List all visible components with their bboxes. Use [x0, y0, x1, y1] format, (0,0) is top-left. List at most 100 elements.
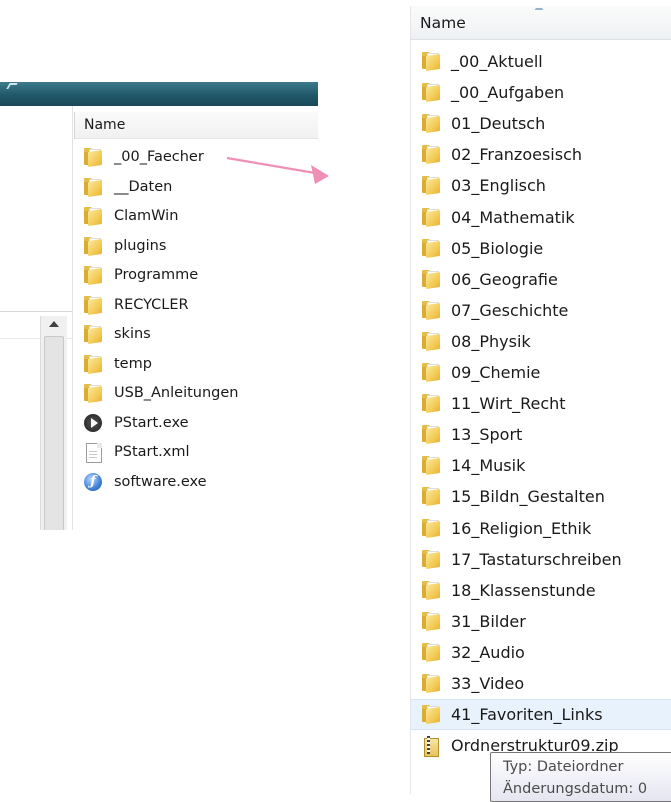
list-item[interactable]: 05_Biologie: [411, 233, 671, 264]
column-header-label: Name: [84, 117, 126, 133]
scroll-up-icon[interactable]: [49, 321, 59, 327]
list-item[interactable]: 07_Geschichte: [411, 295, 671, 326]
folder-icon: [422, 394, 442, 414]
tooltip: Typ: Dateiordner Änderungsdatum: 0: [490, 752, 671, 802]
list-item-label: 41_Favoriten_Links: [451, 705, 603, 725]
list-item-label: 07_Geschichte: [451, 300, 569, 320]
list-item[interactable]: 06_Geografie: [411, 264, 671, 295]
list-item[interactable]: 04_Mathematik: [411, 202, 671, 233]
list-item[interactable]: 14_Musik: [411, 450, 671, 481]
folder-icon: [422, 611, 442, 631]
tooltip-type: Typ: Dateiordner: [503, 759, 624, 775]
folder-icon: [84, 295, 104, 315]
folder-icon: [84, 148, 104, 167]
list-item-label: 32_Audio: [451, 642, 525, 662]
list-item-label: __Daten: [114, 178, 173, 195]
list-item-label: 15_Bildn_Gestalten: [451, 487, 605, 507]
list-item[interactable]: 17_Tastaturschreiben: [411, 544, 671, 575]
folder-icon: [84, 354, 104, 374]
folder-icon: [84, 384, 104, 403]
list-item[interactable]: 18_Klassenstunde: [411, 575, 671, 606]
list-item[interactable]: 33_Video: [411, 668, 671, 699]
folder-icon: [422, 207, 442, 227]
list-item[interactable]: 11_Wirt_Recht: [411, 388, 671, 419]
right-explorer-window: Name _00_Aktuell _00_Aufgaben 01_Deutsch 02…: [410, 6, 671, 794]
folder-icon: [422, 238, 442, 258]
folder-icon: [422, 487, 442, 507]
list-item-label: 05_Biologie: [451, 238, 544, 258]
list-item[interactable]: 32_Audio: [411, 637, 671, 668]
folder-icon: [84, 325, 104, 344]
folder-icon: [422, 642, 442, 662]
folder-icon: [422, 425, 442, 445]
list-item-label: Programme: [114, 267, 199, 283]
list-item-label: 18_Klassenstunde: [451, 580, 596, 600]
list-item-label: 17_Tastaturschreiben: [451, 549, 622, 569]
list-item-label: 01_Deutsch: [451, 114, 546, 134]
folder-icon: [84, 177, 104, 197]
list-item[interactable]: 41_Favoriten_Links: [411, 699, 671, 731]
list-item-label: 03_Englisch: [451, 176, 546, 196]
list-item-label: 13_Sport: [451, 425, 523, 445]
scrollbar[interactable]: [40, 316, 67, 530]
list-item[interactable]: 03_Englisch: [411, 170, 671, 201]
folder-icon: [422, 549, 442, 569]
folder-icon: [422, 580, 442, 600]
list-item[interactable]: 16_Religion_Ethik: [411, 513, 671, 544]
folder-icon: [422, 300, 442, 320]
list-item-label: 33_Video: [451, 674, 525, 693]
folder-icon: [84, 236, 104, 256]
list-item-label: 06_Geografie: [451, 269, 558, 289]
list-item-label: PStart.xml: [114, 444, 190, 460]
list-item-label: plugins: [114, 237, 167, 254]
list-item[interactable]: 02_Franzoesisch: [411, 139, 671, 170]
sort-indicator-icon: [535, 8, 543, 13]
folder-icon: [422, 674, 442, 693]
folder-icon: [422, 363, 442, 382]
list-item[interactable]: 09_Chemie: [411, 357, 671, 388]
list-item[interactable]: _00_Aufgaben: [411, 77, 671, 108]
list-item[interactable]: 15_Bildn_Gestalten: [411, 481, 671, 512]
folder-icon: [84, 207, 104, 226]
column-header-name[interactable]: Name: [74, 112, 318, 139]
folder-icon: [422, 518, 442, 538]
list-item-label: 09_Chemie: [451, 363, 541, 382]
list-item-label: 11_Wirt_Recht: [451, 394, 566, 414]
list-item[interactable]: 31_Bilder: [411, 606, 671, 637]
title-bar: [0, 82, 318, 106]
list-item-label: _00_Faecher: [114, 149, 204, 165]
zip-file-icon: [422, 736, 439, 758]
list-item[interactable]: 01_Deutsch: [411, 108, 671, 139]
list-item-label: RECYCLER: [114, 296, 189, 313]
list-item-label: 04_Mathematik: [451, 207, 575, 227]
folder-icon: [422, 83, 442, 103]
folder-icon: [422, 114, 442, 134]
folder-icon: [422, 456, 442, 476]
software-exe-icon: ƒ: [84, 472, 102, 491]
folder-icon: [422, 705, 442, 725]
column-header-name[interactable]: Name: [411, 6, 671, 40]
folder-icon: [422, 52, 442, 71]
list-item[interactable]: 13_Sport: [411, 419, 671, 450]
folder-icon: [422, 176, 442, 196]
list-item-label: 31_Bilder: [451, 611, 526, 631]
list-item-label: _00_Aufgaben: [451, 83, 565, 103]
folder-icon: [84, 266, 104, 285]
column-header-label: Name: [420, 14, 466, 32]
scrollbar-thumb[interactable]: [44, 336, 64, 530]
tooltip-modified: Änderungsdatum: 0: [503, 781, 648, 797]
list-item-label: USB_Anleitungen: [114, 385, 239, 401]
list-item-label: software.exe: [114, 473, 207, 490]
folder-icon: [422, 145, 442, 165]
list-item-label: 14_Musik: [451, 456, 526, 476]
list-item-label: 16_Religion_Ethik: [451, 518, 592, 538]
list-item-label: PStart.exe: [114, 414, 189, 431]
list-item-label: ClamWin: [114, 208, 179, 224]
list-item-label: 08_Physik: [451, 331, 531, 351]
list-item[interactable]: _00_Aktuell: [411, 46, 671, 77]
list-item-label: _00_Aktuell: [451, 52, 543, 71]
list-item-label: skins: [114, 326, 151, 342]
folder-icon: [422, 269, 442, 289]
list-item[interactable]: 08_Physik: [411, 326, 671, 357]
folder-icon: [422, 331, 442, 351]
